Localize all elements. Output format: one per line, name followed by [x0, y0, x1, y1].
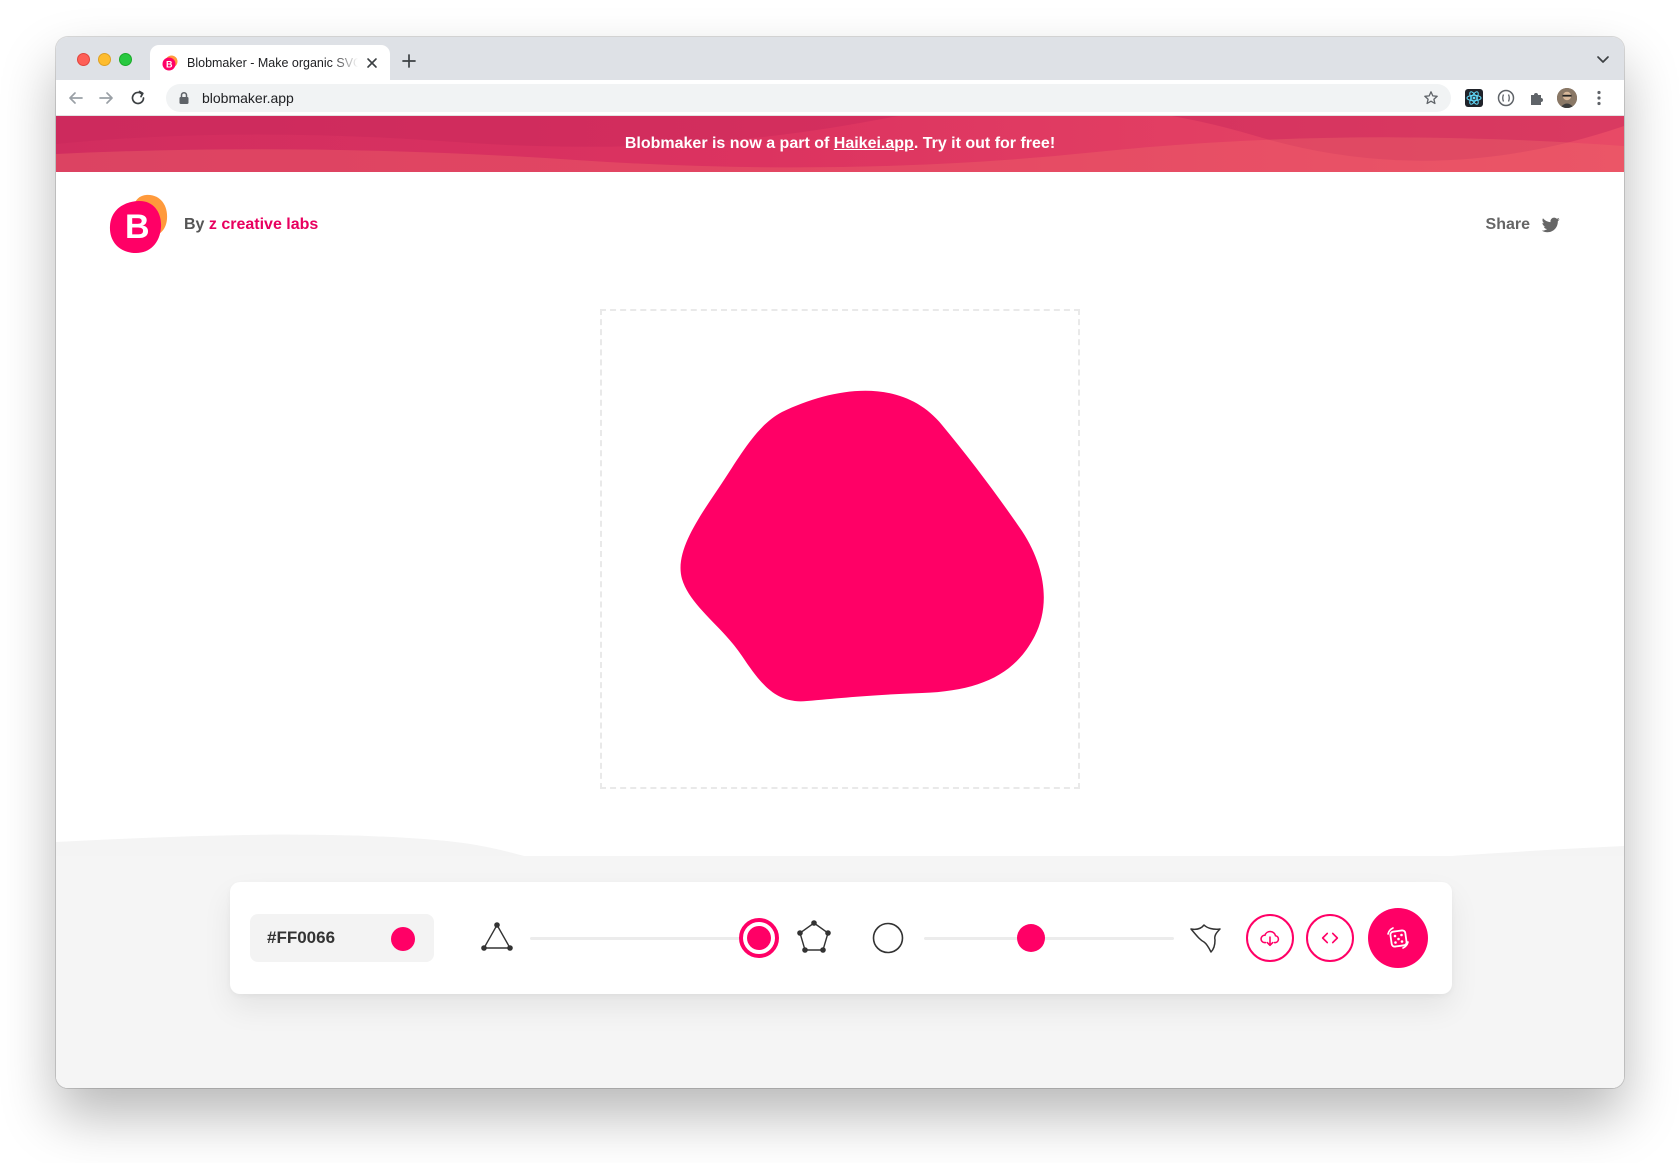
bookmark-star-icon[interactable] [1423, 90, 1439, 106]
tab-strip: B Blobmaker - Make organic SVG shapes [56, 37, 1624, 80]
banner-message: Blobmaker is now a part of Haikei.app. T… [625, 135, 1055, 153]
byline: By z creative labs [184, 216, 318, 234]
randomize-blob-button[interactable] [1368, 908, 1428, 968]
close-window-button[interactable] [77, 53, 90, 66]
extension-circle-icon[interactable] [1496, 88, 1516, 108]
page-content: Blobmaker is now a part of Haikei.app. T… [56, 116, 1624, 1088]
color-picker[interactable]: #FF0066 [250, 914, 434, 962]
blobmaker-favicon-icon: B [162, 55, 178, 70]
window-controls [77, 53, 132, 66]
blob-canvas [600, 309, 1080, 789]
browser-window: B Blobmaker - Make organic SVG shapes [56, 37, 1624, 1088]
contrast-slider-thumb[interactable] [1016, 924, 1045, 952]
pentagon-nodes-icon[interactable] [796, 919, 832, 955]
blobmaker-logo[interactable]: B [108, 193, 170, 255]
browser-menu-icon[interactable] [1589, 88, 1609, 108]
address-bar[interactable]: blobmaker.app [166, 84, 1451, 112]
code-brackets-icon [1321, 932, 1339, 944]
haikei-link[interactable]: Haikei.app [834, 135, 914, 152]
triangle-nodes-icon[interactable] [480, 920, 514, 954]
new-tab-icon[interactable] [400, 52, 418, 70]
color-swatch[interactable] [391, 927, 415, 951]
minimize-window-button[interactable] [98, 53, 111, 66]
lock-icon [179, 91, 189, 104]
svg-text:B: B [166, 59, 173, 69]
share-label: Share [1485, 216, 1530, 233]
blob-shape[interactable] [602, 311, 1078, 787]
banner-text-before: Blobmaker is now a part of [624, 135, 834, 152]
twitter-icon [1542, 217, 1560, 233]
tab-title: Blobmaker - Make organic SVG shapes [187, 55, 358, 70]
complexity-slider-thumb[interactable] [739, 918, 779, 958]
share-button[interactable]: Share [1486, 216, 1560, 234]
tab-search-chevron-icon[interactable] [1596, 55, 1610, 65]
download-svg-button[interactable] [1246, 914, 1294, 962]
complexity-slider-track[interactable] [530, 937, 760, 940]
profile-avatar[interactable] [1557, 88, 1577, 108]
banner-text-after: . Try it out for free! [913, 135, 1056, 152]
controls-panel: #FF0066 [230, 882, 1452, 994]
svg-text:B: B [125, 208, 150, 246]
react-devtools-icon[interactable] [1464, 88, 1484, 108]
maximize-window-button[interactable] [119, 53, 132, 66]
reload-icon[interactable] [128, 88, 148, 108]
tab-blobmaker[interactable]: B Blobmaker - Make organic SVG shapes [150, 45, 390, 80]
dice-random-icon [1387, 927, 1409, 949]
view-code-button[interactable] [1306, 914, 1354, 962]
url-text: blobmaker.app [202, 90, 294, 106]
extensions-puzzle-icon[interactable] [1527, 88, 1547, 108]
circle-outline-icon[interactable] [871, 921, 905, 955]
z-creative-labs-link[interactable]: z creative labs [209, 216, 318, 233]
spiky-shape-icon[interactable] [1188, 920, 1222, 954]
by-label: By [184, 216, 205, 233]
back-arrow-icon[interactable] [66, 88, 86, 108]
color-hex-value: #FF0066 [267, 928, 336, 947]
browser-toolbar: blobmaker.app [56, 80, 1624, 116]
forward-arrow-icon[interactable] [96, 88, 116, 108]
avatar-icon [1557, 88, 1577, 108]
announcement-banner[interactable]: Blobmaker is now a part of Haikei.app. T… [56, 116, 1624, 172]
contrast-slider-track[interactable] [924, 937, 1174, 940]
close-tab-icon[interactable] [364, 55, 380, 71]
cloud-download-icon [1260, 930, 1280, 947]
